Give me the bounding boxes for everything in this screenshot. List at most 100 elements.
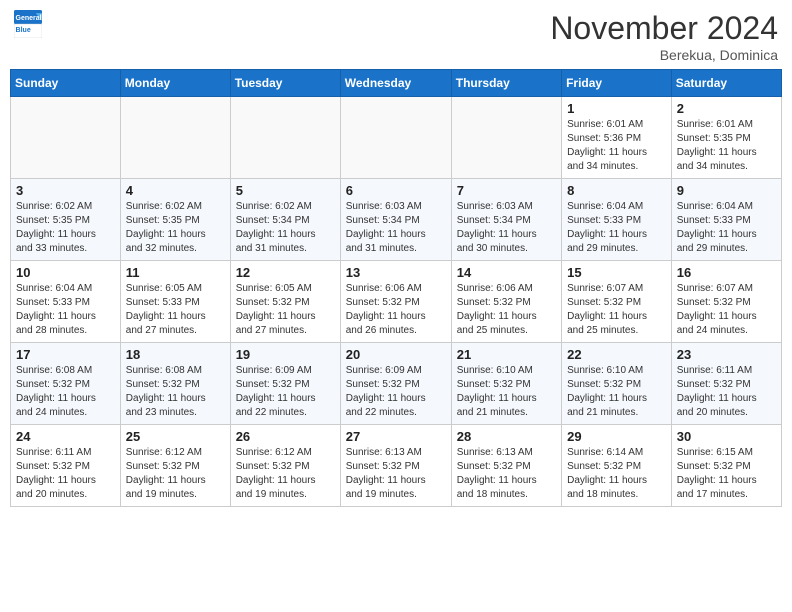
day-number: 30 (677, 429, 776, 444)
day-number: 12 (236, 265, 335, 280)
logo-icon: General Blue (14, 10, 42, 38)
day-info: Sunrise: 6:07 AM Sunset: 5:32 PM Dayligh… (567, 282, 666, 338)
day-number: 18 (126, 347, 225, 362)
calendar-cell: 26 Sunrise: 6:12 AM Sunset: 5:32 PM Dayli… (230, 425, 340, 507)
calendar-cell: 19Sunrise: 6:09 AM Sunset: 5:32 PM Dayli… (230, 343, 340, 425)
day-info: Sunrise: 6:15 AM Sunset: 5:32 PM Dayligh… (677, 446, 776, 502)
calendar-cell: 1Sunrise: 6:01 AM Sunset: 5:36 PM Daylig… (562, 97, 672, 179)
day-info: Sunrise: 6:08 AM Sunset: 5:32 PM Dayligh… (126, 364, 225, 420)
day-number: 4 (126, 183, 225, 198)
day-info: Sunrise: 6:09 AM Sunset: 5:32 PM Dayligh… (346, 364, 446, 420)
calendar-week-4: 17 Sunrise: 6:08 AM Sunset: 5:32 PM Dayli… (11, 343, 782, 425)
calendar-cell: 18 Sunrise: 6:08 AM Sunset: 5:32 PM Dayli… (120, 343, 230, 425)
calendar-cell: 29 Sunrise: 6:14 AM Sunset: 5:32 PM Dayli… (562, 425, 672, 507)
calendar-cell: 11Sunrise: 6:05 AM Sunset: 5:33 PM Dayli… (120, 261, 230, 343)
calendar-cell: 16 Sunrise: 6:07 AM Sunset: 5:32 PM Dayli… (671, 261, 781, 343)
day-number: 6 (346, 183, 446, 198)
calendar-body: 1Sunrise: 6:01 AM Sunset: 5:36 PM Daylig… (11, 97, 782, 507)
calendar-cell: 15Sunrise: 6:07 AM Sunset: 5:32 PM Dayli… (562, 261, 672, 343)
day-info: Sunrise: 6:06 AM Sunset: 5:32 PM Dayligh… (346, 282, 446, 338)
day-info: Sunrise: 6:12 AM Sunset: 5:32 PM Dayligh… (236, 446, 335, 502)
calendar-cell: 6 Sunrise: 6:03 AM Sunset: 5:34 PM Daylig… (340, 179, 451, 261)
day-number: 13 (346, 265, 446, 280)
day-number: 3 (16, 183, 115, 198)
day-number: 25 (126, 429, 225, 444)
calendar-cell: 12Sunrise: 6:05 AM Sunset: 5:32 PM Dayli… (230, 261, 340, 343)
calendar-cell (120, 97, 230, 179)
day-number: 21 (457, 347, 556, 362)
calendar-cell (340, 97, 451, 179)
day-number: 24 (16, 429, 115, 444)
day-info: Sunrise: 6:06 AM Sunset: 5:32 PM Dayligh… (457, 282, 556, 338)
day-number: 10 (16, 265, 115, 280)
calendar-cell: 3Sunrise: 6:02 AM Sunset: 5:35 PM Daylig… (11, 179, 121, 261)
page-header: General Blue November 2024 Berekua, Domi… (10, 10, 782, 63)
day-number: 22 (567, 347, 666, 362)
title-block: November 2024 Berekua, Dominica (550, 10, 778, 63)
day-info: Sunrise: 6:04 AM Sunset: 5:33 PM Dayligh… (16, 282, 115, 338)
day-info: Sunrise: 6:01 AM Sunset: 5:36 PM Dayligh… (567, 118, 666, 174)
weekday-header-saturday: Saturday (671, 70, 781, 97)
calendar-cell: 4 Sunrise: 6:02 AM Sunset: 5:35 PM Daylig… (120, 179, 230, 261)
day-info: Sunrise: 6:03 AM Sunset: 5:34 PM Dayligh… (457, 200, 556, 256)
day-info: Sunrise: 6:12 AM Sunset: 5:32 PM Dayligh… (126, 446, 225, 502)
day-number: 17 (16, 347, 115, 362)
day-number: 14 (457, 265, 556, 280)
day-number: 20 (346, 347, 446, 362)
weekday-header-tuesday: Tuesday (230, 70, 340, 97)
calendar-cell: 2 Sunrise: 6:01 AM Sunset: 5:35 PM Daylig… (671, 97, 781, 179)
day-info: Sunrise: 6:04 AM Sunset: 5:33 PM Dayligh… (677, 200, 776, 256)
day-number: 19 (236, 347, 335, 362)
day-info: Sunrise: 6:01 AM Sunset: 5:35 PM Dayligh… (677, 118, 776, 174)
weekday-header-sunday: Sunday (11, 70, 121, 97)
calendar-week-1: 1Sunrise: 6:01 AM Sunset: 5:36 PM Daylig… (11, 97, 782, 179)
day-info: Sunrise: 6:04 AM Sunset: 5:33 PM Dayligh… (567, 200, 666, 256)
day-number: 27 (346, 429, 446, 444)
calendar-cell: 13 Sunrise: 6:06 AM Sunset: 5:32 PM Dayli… (340, 261, 451, 343)
weekday-header-row: SundayMondayTuesdayWednesdayThursdayFrid… (11, 70, 782, 97)
day-info: Sunrise: 6:10 AM Sunset: 5:32 PM Dayligh… (567, 364, 666, 420)
day-number: 8 (567, 183, 666, 198)
calendar-cell: 5 Sunrise: 6:02 AM Sunset: 5:34 PM Daylig… (230, 179, 340, 261)
day-number: 26 (236, 429, 335, 444)
day-info: Sunrise: 6:03 AM Sunset: 5:34 PM Dayligh… (346, 200, 446, 256)
calendar-cell: 7Sunrise: 6:03 AM Sunset: 5:34 PM Daylig… (451, 179, 561, 261)
day-number: 16 (677, 265, 776, 280)
day-info: Sunrise: 6:07 AM Sunset: 5:32 PM Dayligh… (677, 282, 776, 338)
month-title: November 2024 (550, 10, 778, 47)
day-info: Sunrise: 6:02 AM Sunset: 5:35 PM Dayligh… (126, 200, 225, 256)
calendar-week-2: 3 Sunrise: 6:02 AM Sunset: 5:35 PM Daylig… (11, 179, 782, 261)
weekday-header-thursday: Thursday (451, 70, 561, 97)
calendar-cell: 21 Sunrise: 6:10 AM Sunset: 5:32 PM Dayli… (451, 343, 561, 425)
day-number: 5 (236, 183, 335, 198)
day-info: Sunrise: 6:13 AM Sunset: 5:32 PM Dayligh… (457, 446, 556, 502)
day-info: Sunrise: 6:14 AM Sunset: 5:32 PM Dayligh… (567, 446, 666, 502)
calendar-cell: 20 Sunrise: 6:09 AM Sunset: 5:32 PM Dayli… (340, 343, 451, 425)
day-number: 9 (677, 183, 776, 198)
svg-text:Blue: Blue (16, 27, 31, 34)
calendar-cell: 25 Sunrise: 6:12 AM Sunset: 5:32 PM Dayli… (120, 425, 230, 507)
calendar-cell: 8 Sunrise: 6:04 AM Sunset: 5:33 PM Daylig… (562, 179, 672, 261)
calendar-header: SundayMondayTuesdayWednesdayThursdayFrid… (11, 70, 782, 97)
calendar-week-3: 10 Sunrise: 6:04 AM Sunset: 5:33 PM Dayli… (11, 261, 782, 343)
calendar-cell: 14 Sunrise: 6:06 AM Sunset: 5:32 PM Dayli… (451, 261, 561, 343)
day-info: Sunrise: 6:11 AM Sunset: 5:32 PM Dayligh… (16, 446, 115, 502)
calendar-cell: 28 Sunrise: 6:13 AM Sunset: 5:32 PM Dayli… (451, 425, 561, 507)
calendar-cell (230, 97, 340, 179)
day-number: 2 (677, 101, 776, 116)
weekday-header-monday: Monday (120, 70, 230, 97)
calendar-cell: 10 Sunrise: 6:04 AM Sunset: 5:33 PM Dayli… (11, 261, 121, 343)
calendar-cell: 24 Sunrise: 6:11 AM Sunset: 5:32 PM Dayli… (11, 425, 121, 507)
day-info: Sunrise: 6:08 AM Sunset: 5:32 PM Dayligh… (16, 364, 115, 420)
calendar-cell: 22 Sunrise: 6:10 AM Sunset: 5:32 PM Dayli… (562, 343, 672, 425)
weekday-header-friday: Friday (562, 70, 672, 97)
day-info: Sunrise: 6:02 AM Sunset: 5:34 PM Dayligh… (236, 200, 335, 256)
day-number: 29 (567, 429, 666, 444)
day-info: Sunrise: 6:10 AM Sunset: 5:32 PM Dayligh… (457, 364, 556, 420)
logo: General Blue (14, 10, 42, 38)
day-number: 28 (457, 429, 556, 444)
day-info: Sunrise: 6:13 AM Sunset: 5:32 PM Dayligh… (346, 446, 446, 502)
calendar-cell (11, 97, 121, 179)
svg-text:General: General (16, 15, 42, 22)
calendar-cell: 27 Sunrise: 6:13 AM Sunset: 5:32 PM Dayli… (340, 425, 451, 507)
